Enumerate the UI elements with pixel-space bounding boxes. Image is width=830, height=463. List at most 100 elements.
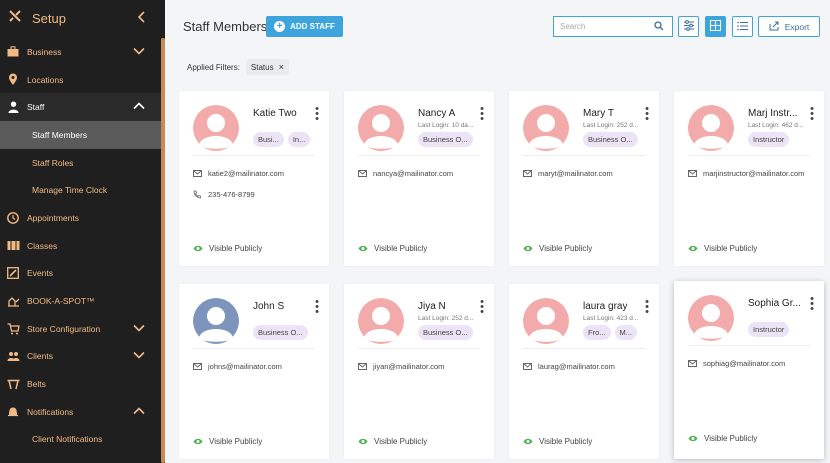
sidebar-item-business[interactable]: Business xyxy=(0,38,161,66)
briefcase-icon xyxy=(6,45,20,59)
search-icon[interactable] xyxy=(654,18,668,36)
sidebar-item-notifications[interactable]: Notifications xyxy=(0,398,161,426)
sidebar-header: Setup xyxy=(0,0,165,36)
visibility-row: Visible Publicly xyxy=(688,244,757,253)
applied-filters: Applied Filters: Status × xyxy=(187,59,289,75)
staff-card[interactable]: Nancy A • • • Last Login: 10 da... Business O… xyxy=(344,91,494,266)
visible-publicly-label: Visible Publicly xyxy=(539,437,593,446)
sidebar-item-staff-members[interactable]: Staff Members xyxy=(0,121,161,149)
staff-email: nancya@mailinator.com xyxy=(373,169,454,178)
staff-card[interactable]: Marj Instr... • • • Last Login: 462 d... Inst… xyxy=(674,91,824,266)
sidebar-item-book-a-spot[interactable]: BOOK-A-SPOT™ xyxy=(0,287,161,315)
sidebar-item-classes[interactable]: Classes xyxy=(0,232,161,260)
list-view-button[interactable] xyxy=(732,16,753,37)
email-row: katie2@mailinator.com xyxy=(193,169,284,178)
sidebar-item-locations[interactable]: Locations xyxy=(0,66,161,94)
staff-card[interactable]: laura gray • • • Last Login: 423 d... Fro... M… xyxy=(509,284,659,459)
staff-name: laura gray xyxy=(583,301,628,312)
bell-icon xyxy=(6,405,20,419)
mail-icon xyxy=(523,363,533,370)
more-options-icon[interactable]: • • • xyxy=(480,297,484,318)
role-badge: Business O... xyxy=(418,325,473,340)
sidebar-item-manage-time-clock[interactable]: Manage Time Clock xyxy=(0,176,161,204)
staff-card[interactable]: Katie Two • • • Busi... In... katie2@mailinato… xyxy=(179,91,329,266)
staff-name: Katie Two xyxy=(253,108,297,119)
remove-filter-icon[interactable]: × xyxy=(279,62,284,72)
filter-settings-button[interactable] xyxy=(678,16,699,37)
sidebar-item-staff[interactable]: Staff xyxy=(0,93,161,122)
tools-icon xyxy=(8,9,22,28)
clock-icon xyxy=(6,211,20,225)
chevron-up-icon[interactable] xyxy=(133,407,145,417)
staff-card[interactable]: Sophia Gr... • • • Instructor sophiag@mailina… xyxy=(674,281,824,459)
classes-icon xyxy=(6,239,20,253)
map-pin-icon xyxy=(6,73,20,87)
filter-chip-label: Status xyxy=(250,62,274,72)
export-label: Export xyxy=(784,21,810,32)
staff-phone: 235-476-8799 xyxy=(208,190,255,199)
sidebar-item-client-notifications[interactable]: Client Notifications xyxy=(0,426,161,454)
last-login: Last Login: 423 d... xyxy=(583,315,639,322)
visibility-row: Visible Publicly xyxy=(193,437,262,446)
sidebar-item-events[interactable]: Events xyxy=(0,260,161,288)
add-staff-button[interactable]: + ADD STAFF xyxy=(266,16,343,37)
email-row: marjinstructor@mailinator.com xyxy=(688,169,804,178)
sidebar-item-staff-roles[interactable]: Staff Roles xyxy=(0,149,161,177)
more-options-icon[interactable]: • • • xyxy=(810,104,814,125)
collapse-sidebar-icon[interactable] xyxy=(137,10,147,26)
chevron-down-icon[interactable] xyxy=(133,324,145,334)
chevron-down-icon[interactable] xyxy=(133,47,145,57)
sidebar-item-store-configuration[interactable]: Store Configuration xyxy=(0,315,161,343)
staff-name: Sophia Gr... xyxy=(748,298,801,309)
more-options-icon[interactable]: • • • xyxy=(480,104,484,125)
visible-publicly-label: Visible Publicly xyxy=(704,434,758,443)
role-badges: Business O... xyxy=(418,132,477,147)
visible-publicly-label: Visible Publicly xyxy=(539,244,593,253)
staff-email: maryt@mailinator.com xyxy=(538,169,613,178)
avatar xyxy=(358,105,404,151)
more-options-icon[interactable]: • • • xyxy=(810,294,814,315)
last-login: Last Login: 252 d... xyxy=(418,315,474,322)
staff-email: johns@mailinator.com xyxy=(208,362,282,371)
sidebar-item-label: Manage Time Clock xyxy=(32,185,108,196)
sidebar-item-belts[interactable]: Belts xyxy=(0,370,161,398)
chevron-down-icon[interactable] xyxy=(133,351,145,361)
search-placeholder: Search xyxy=(560,22,586,31)
staff-card[interactable]: John S • • • Business O... johns@mailinator.c… xyxy=(179,284,329,459)
export-icon xyxy=(769,21,785,33)
list-icon xyxy=(736,18,749,36)
phone-icon xyxy=(193,190,203,199)
role-badge: M... xyxy=(614,325,638,340)
chevron-up-icon[interactable] xyxy=(133,102,145,112)
search-input[interactable]: Search xyxy=(553,16,673,37)
mail-icon xyxy=(688,170,698,177)
applied-filters-label: Applied Filters: xyxy=(187,62,240,72)
grid-icon xyxy=(710,18,721,36)
sidebar-item-clients[interactable]: Clients xyxy=(0,343,161,371)
role-badge: In... xyxy=(287,132,311,147)
role-badge: Business O... xyxy=(253,325,308,340)
eye-icon xyxy=(193,438,203,445)
more-options-icon[interactable]: • • • xyxy=(645,104,649,125)
eye-icon xyxy=(523,438,533,445)
grid-view-button[interactable] xyxy=(705,16,726,37)
export-button[interactable]: Export xyxy=(758,16,820,37)
mail-icon xyxy=(523,170,533,177)
role-badge: Business O... xyxy=(418,132,473,147)
edit-icon xyxy=(6,266,20,280)
divider xyxy=(193,155,315,156)
more-options-icon[interactable]: • • • xyxy=(315,104,319,125)
divider xyxy=(688,345,810,346)
avatar xyxy=(523,105,569,151)
more-options-icon[interactable]: • • • xyxy=(645,297,649,318)
last-login: Last Login: 462 d... xyxy=(748,122,804,129)
email-row: sophiag@mailinator.com xyxy=(688,359,785,368)
sidebar-item-label: Events xyxy=(27,268,53,279)
staff-card[interactable]: Mary T • • • Last Login: 252 d... Business O.… xyxy=(509,91,659,266)
sidebar-item-appointments[interactable]: Appointments xyxy=(0,204,161,232)
visibility-row: Visible Publicly xyxy=(358,437,427,446)
staff-card[interactable]: Jiya N • • • Last Login: 252 d... Business O.… xyxy=(344,284,494,459)
visibility-row: Visible Publicly xyxy=(688,434,757,443)
sidebar-menu: Business Locations Staff Staff Members Staff… xyxy=(0,38,161,453)
more-options-icon[interactable]: • • • xyxy=(315,297,319,318)
